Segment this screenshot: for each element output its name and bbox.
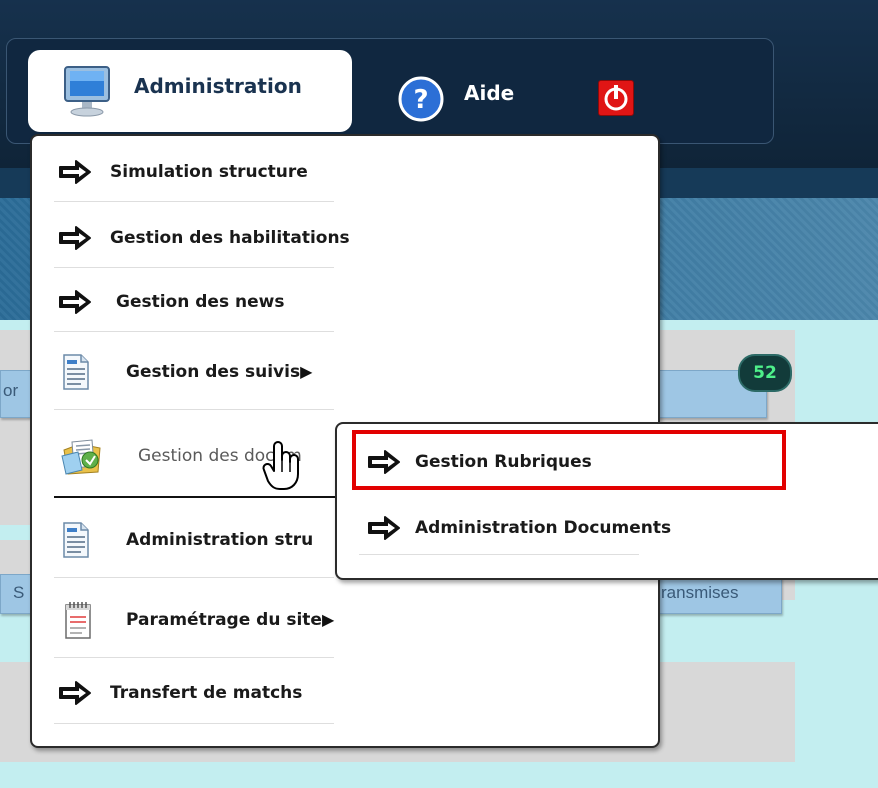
background-tab-label: S [13,583,25,602]
document-icon [63,354,89,390]
menu-item-gestion-suivis[interactable]: Gestion des suivis▶ [54,334,334,410]
menu-item-label: Paramétrage du site▶ [126,610,334,630]
menu-divider [54,201,334,202]
menu-divider-active [54,496,344,498]
menu-item-label: Gestion des suivis▶ [126,362,312,382]
monitor-icon [64,66,110,117]
submenu-arrow-icon: ▶ [321,610,335,629]
folder-documents-icon [61,439,101,475]
menu-divider [54,331,334,332]
notepad-icon [65,602,91,639]
question-icon[interactable]: ? [398,76,444,122]
power-icon[interactable] [598,80,634,116]
submenu-arrow-icon: ▶ [300,362,313,381]
menu-item-label: Administration stru [126,530,314,550]
menu-item-administration-structure[interactable]: Administration stru [54,502,334,578]
arrow-right-icon [59,290,91,314]
highlight-box [352,430,786,490]
menu-item-gestion-news[interactable]: Gestion des news [54,272,334,332]
menu-divider [54,723,334,724]
menu-divider [54,409,334,410]
menu-item-label: Gestion des news [116,292,285,312]
arrow-right-icon [59,160,91,184]
arrow-right-icon [59,226,91,250]
submenu-item-label: Administration Documents [415,518,672,538]
menu-divider [54,577,334,578]
menu-item-label: Gestion des habilitations [110,228,350,248]
background-tab-label: ransmises [661,583,739,602]
submenu-item-administration-documents[interactable]: Administration Documents [355,500,775,556]
menu-divider [54,267,334,268]
notification-badge[interactable]: 52 [738,354,792,392]
menu-item-simulation-structure[interactable]: Simulation structure [54,142,334,202]
arrow-right-icon [368,516,400,540]
hand-cursor-icon [262,441,299,490]
menu-item-text: Paramétrage du site [126,610,322,630]
menu-item-gestion-habilitations[interactable]: Gestion des habilitations [54,208,350,268]
menu-divider [54,657,334,658]
nav-administration-label: Administration [134,74,302,98]
menu-item-label: Transfert de matchs [110,683,303,703]
menu-item-parametrage-site[interactable]: Paramétrage du site▶ [54,582,334,658]
nav-administration[interactable]: Administration [28,50,352,132]
document-icon [63,522,89,558]
menu-item-label: Simulation structure [110,162,308,182]
svg-text:?: ? [413,85,428,115]
menu-item-transfert-matchs[interactable]: Transfert de matchs [54,662,334,724]
arrow-right-icon [59,681,91,705]
nav-help-label[interactable]: Aide [464,81,514,105]
submenu-divider [359,554,639,555]
background-tab-label: or [3,381,19,400]
menu-item-text: Gestion des suivis [126,362,301,382]
